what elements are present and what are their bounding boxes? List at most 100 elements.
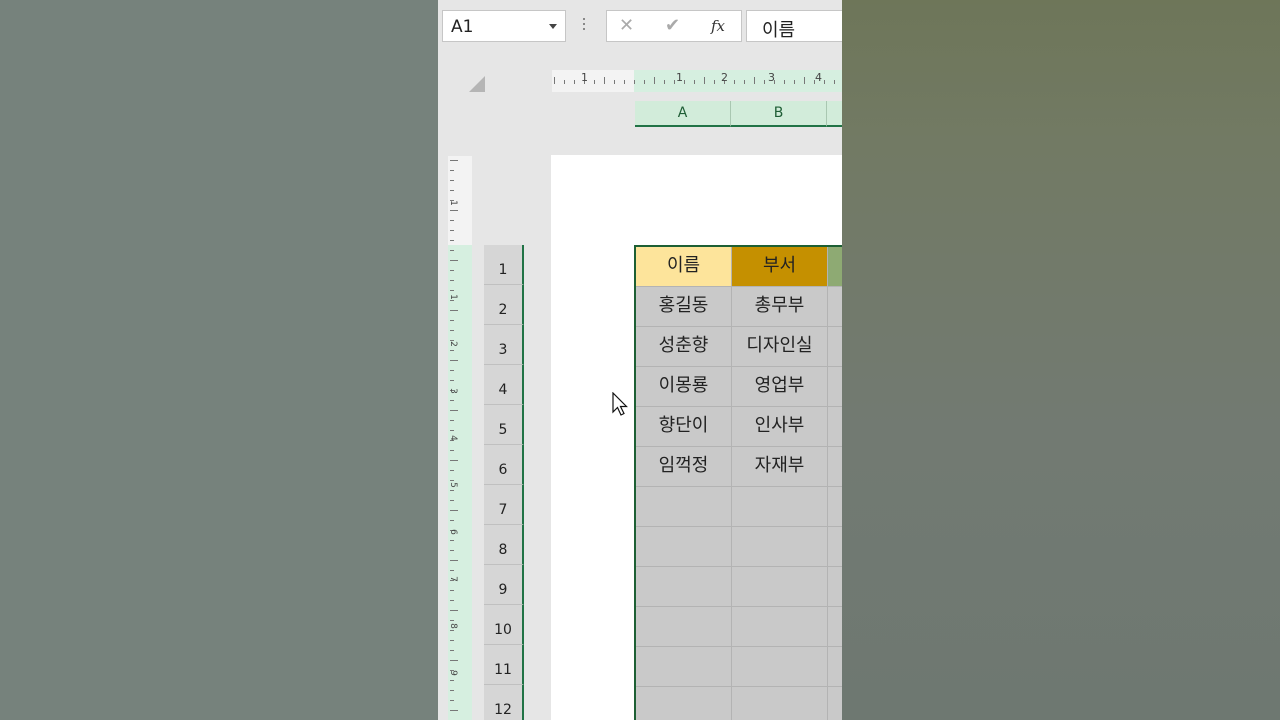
table-cell[interactable]: 성춘향 <box>636 327 732 367</box>
ruler-tick <box>450 220 454 221</box>
row-header[interactable]: 12 <box>484 685 524 720</box>
table-cell[interactable] <box>732 487 828 527</box>
table-cell[interactable] <box>636 487 732 527</box>
ruler-tick <box>450 250 454 251</box>
ruler-tick <box>450 280 454 281</box>
mouse-pointer-icon <box>612 392 628 416</box>
ruler-number: 4 <box>815 71 822 84</box>
table-cell[interactable] <box>828 567 842 607</box>
ruler-tick <box>594 80 595 84</box>
ruler-tick <box>450 450 454 451</box>
ruler-number: 2 <box>447 341 458 347</box>
name-box-value: A1 <box>451 17 474 37</box>
table-cell[interactable] <box>828 527 842 567</box>
header-cell-name[interactable]: 이름 <box>636 247 732 287</box>
ruler-tick <box>824 80 825 84</box>
ruler-tick <box>450 460 458 461</box>
column-header-a[interactable]: A <box>635 101 731 127</box>
table-cell[interactable] <box>828 607 842 647</box>
table-cell[interactable]: 홍길동 <box>636 287 732 327</box>
ruler-number: 6 <box>447 529 458 535</box>
ruler-tick <box>450 420 454 421</box>
table-cell[interactable] <box>828 287 842 327</box>
table-cell[interactable]: 총무부 <box>732 287 828 327</box>
formula-input[interactable]: 이름 <box>746 10 842 42</box>
row-header[interactable]: 4 <box>484 365 524 405</box>
table-cell[interactable] <box>636 647 732 687</box>
table-cell[interactable] <box>732 607 828 647</box>
row-header[interactable]: 5 <box>484 405 524 445</box>
table-cell[interactable] <box>636 607 732 647</box>
table-cell[interactable] <box>828 687 842 720</box>
header-cell-dept[interactable]: 부서 <box>732 247 828 287</box>
table-cell[interactable] <box>636 527 732 567</box>
row-header[interactable]: 2 <box>484 285 524 325</box>
row-header[interactable]: 3 <box>484 325 524 365</box>
more-options-icon[interactable] <box>583 18 586 34</box>
table-cell[interactable] <box>732 687 828 720</box>
table-cell[interactable] <box>828 487 842 527</box>
ruler-tick <box>450 610 458 611</box>
column-header-c[interactable] <box>827 101 842 127</box>
ruler-tick <box>450 520 454 521</box>
ruler-tick <box>450 570 454 571</box>
ruler-number: 3 <box>447 388 458 394</box>
table-cell[interactable] <box>828 327 842 367</box>
table-cell[interactable] <box>636 567 732 607</box>
ruler-tick <box>664 80 665 84</box>
table-cell[interactable]: 자재부 <box>732 447 828 487</box>
formula-controls: ✕ ✔ fx <box>606 10 742 42</box>
table-cell[interactable] <box>828 647 842 687</box>
ruler-tick <box>450 170 454 171</box>
table-cell[interactable]: 이몽룡 <box>636 367 732 407</box>
ruler-number: 9 <box>447 670 458 676</box>
table-cell[interactable] <box>828 407 842 447</box>
table-cell[interactable]: 영업부 <box>732 367 828 407</box>
ruler-tick <box>674 80 675 84</box>
ruler-tick <box>794 80 795 84</box>
ruler-tick <box>450 360 458 361</box>
table-cell[interactable] <box>732 647 828 687</box>
ruler-tick <box>554 77 555 84</box>
table-cell[interactable]: 향단이 <box>636 407 732 447</box>
table-cell[interactable]: 인사부 <box>732 407 828 447</box>
row-header[interactable]: 9 <box>484 565 524 605</box>
column-header-b[interactable]: B <box>731 101 827 127</box>
ruler-tick <box>450 600 454 601</box>
ruler-tick <box>714 80 715 84</box>
insert-function-icon[interactable]: fx <box>711 17 725 35</box>
row-header[interactable]: 6 <box>484 445 524 485</box>
row-header[interactable]: 7 <box>484 485 524 525</box>
ruler-tick <box>450 660 458 661</box>
ruler-tick <box>450 470 454 471</box>
name-box[interactable]: A1 <box>442 10 566 42</box>
select-all-corner[interactable] <box>469 76 485 92</box>
table-cell[interactable] <box>732 567 828 607</box>
row-header[interactable]: 10 <box>484 605 524 645</box>
table-cell[interactable]: 임꺽정 <box>636 447 732 487</box>
ruler-number: 1 <box>447 200 458 206</box>
table-cell[interactable] <box>732 527 828 567</box>
ruler-tick <box>450 630 454 631</box>
ruler-tick <box>450 710 458 711</box>
table-cell[interactable]: 디자인실 <box>732 327 828 367</box>
enter-icon[interactable]: ✔ <box>665 15 680 36</box>
ruler-tick <box>764 80 765 84</box>
table-cell[interactable] <box>636 687 732 720</box>
header-cell[interactable] <box>828 247 842 287</box>
ruler-tick <box>694 80 695 84</box>
table-cell[interactable] <box>828 367 842 407</box>
ruler-tick <box>704 77 705 84</box>
ruler-tick <box>450 230 454 231</box>
ruler-tick <box>450 540 454 541</box>
ruler-tick <box>450 290 454 291</box>
row-header[interactable]: 11 <box>484 645 524 685</box>
row-header[interactable]: 8 <box>484 525 524 565</box>
formula-content: 이름 <box>762 20 796 41</box>
table-cell[interactable] <box>828 447 842 487</box>
chevron-down-icon[interactable] <box>549 24 557 29</box>
vertical-ruler: 1 1 2 3 4 5 6 7 8 9 <box>448 156 472 720</box>
ruler-tick <box>834 80 835 84</box>
cancel-icon[interactable]: ✕ <box>619 15 634 36</box>
row-header[interactable]: 1 <box>484 245 524 285</box>
